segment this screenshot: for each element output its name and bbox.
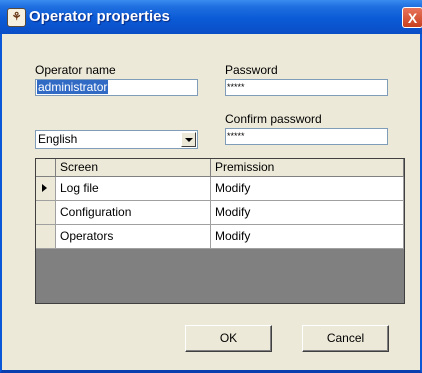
password-field[interactable]: ***** — [225, 79, 388, 96]
operator-properties-dialog: ⚘ Operator properties X Operator name ad… — [0, 0, 422, 373]
header-indicator-cell — [36, 159, 56, 177]
permissions-grid: Screen Premission Log file Modify Config… — [35, 158, 405, 304]
screen-cell[interactable]: Configuration — [56, 201, 211, 225]
row-indicator — [36, 201, 56, 225]
language-value: English — [38, 132, 78, 146]
screen-cell[interactable]: Log file — [56, 177, 211, 201]
ok-button[interactable]: OK — [185, 325, 272, 352]
dropdown-button[interactable] — [181, 132, 196, 147]
table-row[interactable]: Configuration Modify — [36, 201, 404, 225]
window-title: Operator properties — [29, 8, 170, 25]
title-bar[interactable]: ⚘ Operator properties X — [0, 0, 422, 34]
chevron-down-icon — [185, 138, 193, 142]
row-indicator — [36, 225, 56, 249]
table-row[interactable]: Operators Modify — [36, 225, 404, 249]
password-label: Password — [225, 63, 278, 77]
operator-name-label: Operator name — [35, 63, 116, 77]
screen-cell[interactable]: Operators — [56, 225, 211, 249]
close-button[interactable]: X — [402, 7, 422, 28]
row-indicator — [36, 177, 56, 201]
operator-name-value: administrator — [37, 80, 109, 94]
cancel-button[interactable]: Cancel — [302, 325, 389, 352]
column-header-screen[interactable]: Screen — [56, 159, 211, 177]
confirm-password-field[interactable]: ***** — [225, 128, 388, 145]
table-row[interactable]: Log file Modify — [36, 177, 404, 201]
permission-cell[interactable]: Modify — [211, 225, 404, 249]
current-row-icon — [42, 184, 47, 192]
permission-cell[interactable]: Modify — [211, 177, 404, 201]
app-icon: ⚘ — [7, 8, 26, 27]
permission-cell[interactable]: Modify — [211, 201, 404, 225]
language-dropdown[interactable]: English — [35, 130, 198, 149]
column-header-permission[interactable]: Premission — [211, 159, 404, 177]
operator-name-field[interactable]: administrator — [35, 79, 198, 96]
confirm-password-label: Confirm password — [225, 112, 322, 126]
